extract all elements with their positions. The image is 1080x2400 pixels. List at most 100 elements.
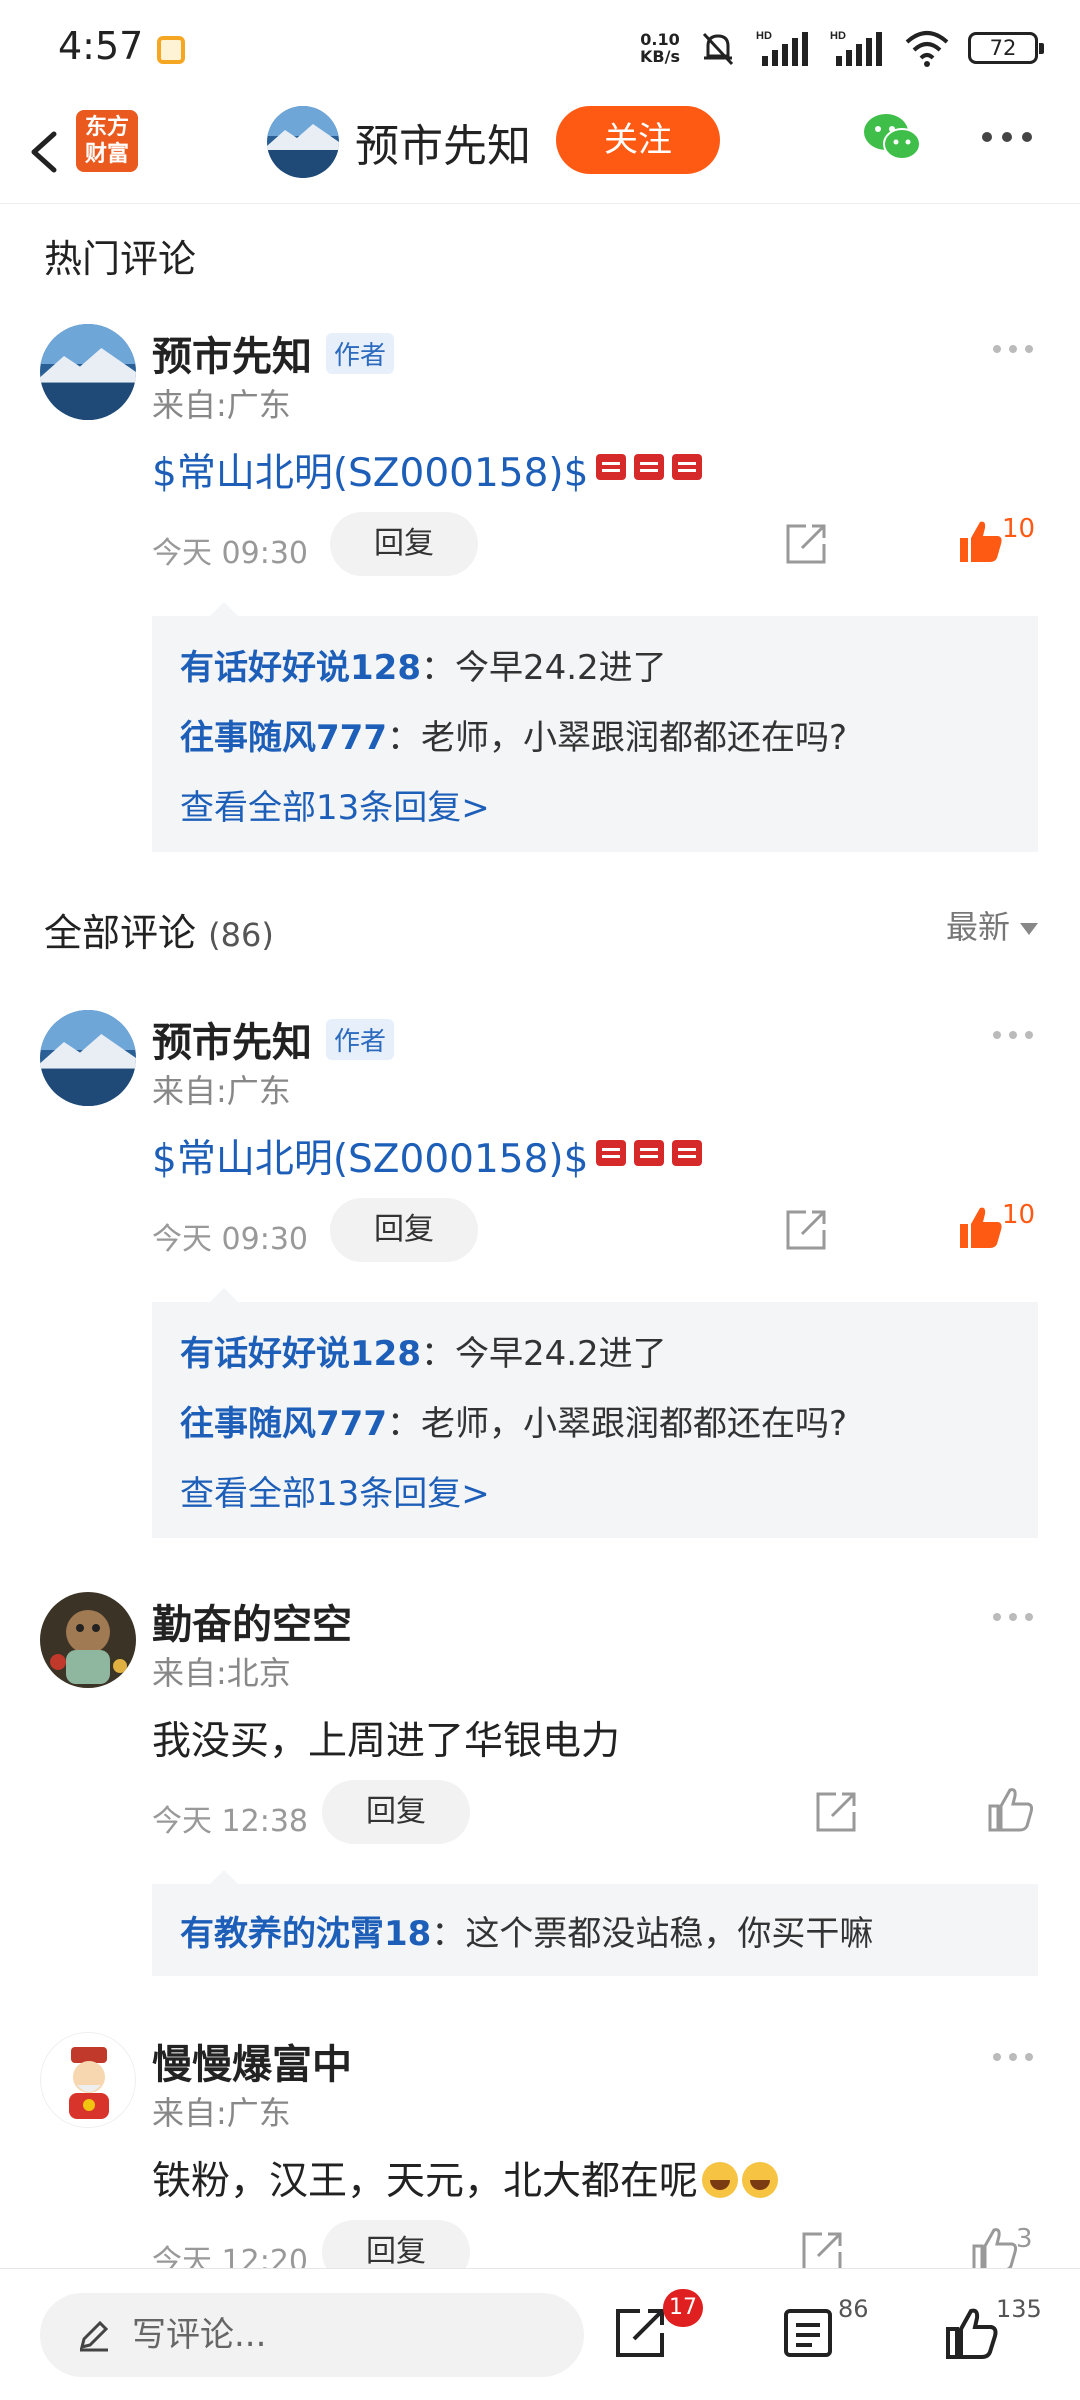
- view-all-replies-link[interactable]: 查看全部13条回复>: [180, 1466, 490, 1515]
- avatar[interactable]: [40, 2032, 136, 2128]
- thumbs-up-icon[interactable]: [986, 1784, 1036, 1834]
- avatar[interactable]: [40, 1010, 136, 1106]
- more-options-icon[interactable]: [980, 122, 1034, 152]
- comment-content[interactable]: 铁粉，汉王，天元，北大都在呢: [152, 2150, 779, 2206]
- network-speed: 0.10 KB/s: [640, 30, 680, 66]
- like-count: 10: [1002, 1200, 1036, 1230]
- share-icon[interactable]: [784, 522, 828, 566]
- app-notification-icon: [157, 36, 185, 64]
- share-icon[interactable]: [612, 2305, 668, 2361]
- comment-time: 今天 09:30: [152, 1222, 308, 1257]
- hd-signal-icon: HD: [756, 30, 808, 66]
- avatar[interactable]: [40, 1592, 136, 1688]
- reply-item[interactable]: 有话好好说128：今早24.2进了: [180, 640, 667, 689]
- reply-preview: 有话好好说128：今早24.2进了 往事随风777：老师，小翠跟润都都还在吗? …: [152, 1288, 1038, 1538]
- view-all-replies-link[interactable]: 查看全部13条回复>: [180, 780, 490, 829]
- author-avatar[interactable]: [267, 106, 339, 178]
- reply-button[interactable]: 回复: [330, 512, 478, 576]
- lake-avatar-image: [40, 324, 136, 420]
- thumbs-up-icon[interactable]: [956, 1202, 1006, 1252]
- comment-more-icon[interactable]: [990, 342, 1036, 356]
- svg-text:HD: HD: [830, 30, 846, 42]
- hd-signal-icon: HD: [830, 30, 882, 66]
- follow-button[interactable]: 关注: [556, 106, 720, 174]
- red-emoji-icon: [596, 454, 627, 480]
- thumbs-up-icon[interactable]: [956, 516, 1006, 566]
- lake-avatar-image: [267, 106, 339, 178]
- reply-item[interactable]: 有教养的沈霄18：这个票都没站稳，你买干嘛: [180, 1906, 873, 1955]
- sort-dropdown[interactable]: 最新: [946, 902, 1038, 948]
- reply-item[interactable]: 有话好好说128：今早24.2进了: [180, 1326, 667, 1375]
- author-name[interactable]: 预市先知: [355, 110, 531, 174]
- comment-item: 预市先知 作者 来自:广东 $常山北明(SZ000158)$ 今天 09:30 回…: [0, 324, 1080, 852]
- hot-comments-title: 热门评论: [44, 237, 197, 281]
- comments-list-icon[interactable]: [780, 2305, 836, 2361]
- author-badge: 作者: [326, 333, 395, 374]
- share-icon[interactable]: [814, 1790, 858, 1834]
- laugh-cry-emoji-icon: [742, 2162, 779, 2198]
- avatar[interactable]: [40, 324, 136, 420]
- reply-preview: 有话好好说128：今早24.2进了 往事随风777：老师，小翠跟润都都还在吗? …: [152, 602, 1038, 852]
- eastmoney-logo[interactable]: 东方 财富: [76, 110, 138, 172]
- comment-count: 86: [838, 2295, 869, 2323]
- svg-text:HD: HD: [756, 30, 772, 42]
- comment-location: 来自:广东: [152, 1072, 291, 1110]
- comment-more-icon[interactable]: [990, 1028, 1036, 1042]
- reply-item[interactable]: 往事随风777：老师，小翠跟润都都还在吗?: [180, 710, 847, 759]
- lake-avatar-image: [40, 1010, 136, 1106]
- comment-content[interactable]: 我没买，上周进了华银电力: [152, 1710, 620, 1766]
- like-count: 3: [1016, 2224, 1033, 2254]
- comment-more-icon[interactable]: [990, 1610, 1036, 1624]
- red-emoji-icon: [672, 1140, 703, 1166]
- comment-content[interactable]: $常山北明(SZ000158)$: [152, 442, 703, 498]
- back-arrow-icon[interactable]: [20, 120, 70, 184]
- comment-time: 今天 12:38: [152, 1804, 308, 1839]
- comment-more-icon[interactable]: [990, 2050, 1036, 2064]
- red-emoji-icon: [634, 454, 665, 480]
- red-emoji-icon: [672, 454, 703, 480]
- red-emoji-icon: [596, 1140, 627, 1166]
- status-time: 4:57: [58, 24, 144, 68]
- caret-down-icon: [1020, 923, 1038, 935]
- red-emoji-icon: [634, 1140, 665, 1166]
- reply-button[interactable]: 回复: [322, 2220, 470, 2268]
- pencil-icon: [79, 2320, 109, 2352]
- share-icon[interactable]: [784, 1208, 828, 1252]
- like-total-count: 135: [996, 2295, 1042, 2323]
- author-badge: 作者: [326, 1019, 395, 1060]
- reply-button[interactable]: 回复: [322, 1780, 470, 1844]
- reply-button[interactable]: 回复: [330, 1198, 478, 1262]
- comment-location: 来自:广东: [152, 386, 291, 424]
- share-icon[interactable]: [800, 2230, 844, 2268]
- comment-username[interactable]: 慢慢爆富中: [152, 2032, 352, 2090]
- reply-item[interactable]: 往事随风777：老师，小翠跟润都都还在吗?: [180, 1396, 847, 1445]
- laugh-cry-emoji-icon: [702, 2162, 739, 2198]
- wechat-icon[interactable]: [862, 112, 922, 164]
- comment-username[interactable]: 预市先知 作者: [152, 1010, 395, 1068]
- wifi-icon: [905, 31, 949, 67]
- top-nav-bar: 东方 财富 预市先知 关注: [0, 100, 1080, 204]
- status-bar: 4:57 0.10 KB/s HD HD 72: [0, 0, 1080, 100]
- share-count-badge: 17: [663, 2289, 703, 2327]
- write-comment-input[interactable]: 写评论...: [40, 2293, 584, 2377]
- reply-preview: 有教养的沈霄18：这个票都没站稳，你买干嘛: [152, 1870, 1038, 1976]
- comment-time: 今天 12:20: [152, 2244, 308, 2268]
- comment-username[interactable]: 预市先知 作者: [152, 324, 395, 382]
- comment-content[interactable]: $常山北明(SZ000158)$: [152, 1128, 703, 1184]
- comment-item: 预市先知 作者 来自:广东 $常山北明(SZ000158)$ 今天 09:30 回…: [0, 1010, 1080, 1538]
- bottom-action-bar: 写评论... 17 86 135: [0, 2268, 1080, 2400]
- comment-item: 勤奋的空空 来自:北京 我没买，上周进了华银电力 今天 12:38 回复 有教养…: [0, 1592, 1080, 1982]
- battery-icon: 72: [968, 32, 1044, 64]
- comment-item: 慢慢爆富中 来自:广东 铁粉，汉王，天元，北大都在呢 今天 12:20 回复 3: [0, 2032, 1080, 2268]
- thumbs-up-icon[interactable]: [944, 2305, 1000, 2361]
- comment-location: 来自:广东: [152, 2094, 291, 2132]
- comment-location: 来自:北京: [152, 1654, 291, 1692]
- comment-username[interactable]: 勤奋的空空: [152, 1592, 352, 1650]
- comment-time: 今天 09:30: [152, 536, 308, 571]
- mute-bell-icon: [702, 32, 734, 66]
- thumbs-up-icon[interactable]: [970, 2224, 1020, 2268]
- toy-avatar-image: [40, 1592, 136, 1688]
- all-comments-title: 全部评论 (86): [44, 911, 274, 955]
- like-count: 10: [1002, 514, 1036, 544]
- fortune-god-avatar-image: [41, 2033, 135, 2127]
